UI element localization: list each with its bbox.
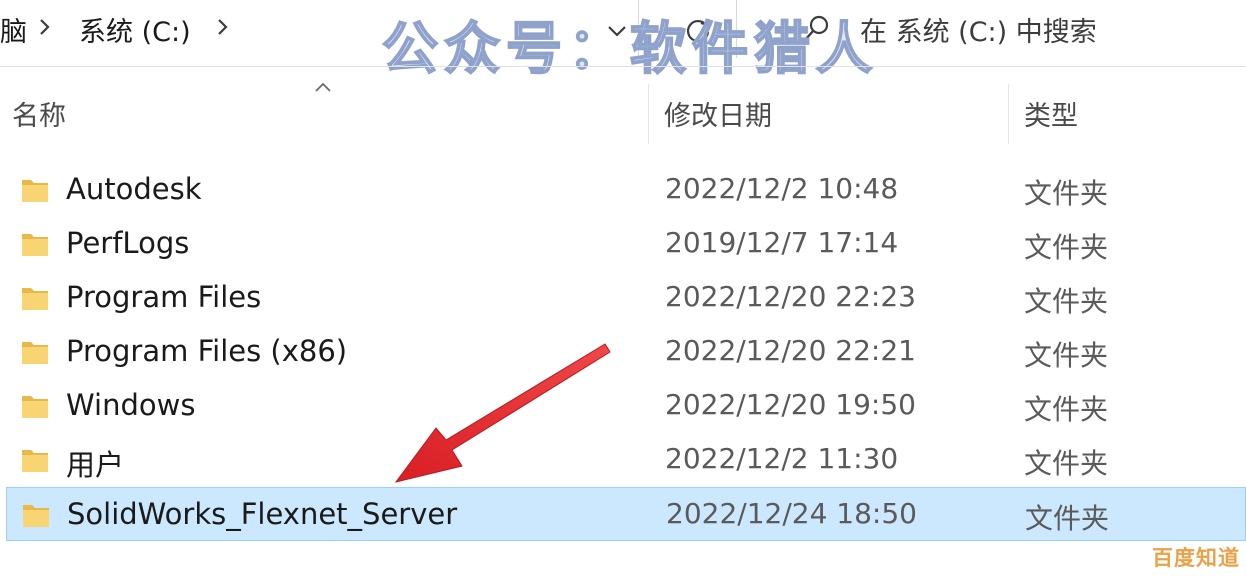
file-explorer-window: 脑 系统 (C:) 在 系统 (C:) 中搜索 公众号：软件猎人 名称 修改日期… xyxy=(0,0,1246,580)
breadcrumb-item-this-pc[interactable]: 脑 xyxy=(0,10,27,49)
list-item[interactable]: Program Files 2022/12/20 22:23 文件夹 xyxy=(6,271,1246,325)
file-name: Program Files xyxy=(66,280,262,314)
date-modified: 2022/12/24 18:50 xyxy=(666,497,917,530)
address-bar: 脑 系统 (C:) 在 系统 (C:) 中搜索 公众号：软件猎人 xyxy=(0,0,1246,83)
date-modified: 2022/12/20 22:23 xyxy=(665,280,916,313)
list-item[interactable]: Program Files (x86) 2022/12/20 22:21 文件夹 xyxy=(6,325,1246,379)
column-divider[interactable] xyxy=(648,84,649,144)
chevron-right-icon[interactable] xyxy=(34,12,56,42)
file-name: 用户 xyxy=(66,448,125,482)
file-type: 文件夹 xyxy=(1024,339,1109,372)
date-modified: 2022/12/20 22:21 xyxy=(665,334,916,367)
file-name: SolidWorks_Flexnet_Server xyxy=(67,497,458,531)
file-name: Program Files (x86) xyxy=(66,334,348,368)
folder-icon xyxy=(22,234,48,256)
folder-icon xyxy=(23,505,49,527)
folder-icon xyxy=(22,288,48,310)
list-item[interactable]: Autodesk 2022/12/2 10:48 文件夹 xyxy=(6,163,1246,217)
breadcrumb-item-system-c[interactable]: 系统 (C:) xyxy=(79,10,191,49)
file-name: Windows xyxy=(66,388,196,422)
folder-icon xyxy=(22,450,48,472)
column-header-date-modified[interactable]: 修改日期 xyxy=(664,94,772,133)
search-input[interactable]: 在 系统 (C:) 中搜索 xyxy=(860,10,1097,49)
date-modified: 2022/12/2 10:48 xyxy=(665,172,899,205)
chevron-right-icon[interactable] xyxy=(212,12,234,42)
file-type: 文件夹 xyxy=(1024,285,1109,318)
toolbar-divider xyxy=(0,66,1246,67)
date-modified: 2022/12/2 11:30 xyxy=(665,442,899,475)
file-type: 文件夹 xyxy=(1024,231,1109,264)
date-modified: 2019/12/7 17:14 xyxy=(665,226,899,259)
file-type: 文件夹 xyxy=(1024,447,1109,480)
column-header-name[interactable]: 名称 xyxy=(12,94,66,133)
file-type: 文件夹 xyxy=(1024,393,1109,426)
column-divider[interactable] xyxy=(1008,84,1009,144)
date-modified: 2022/12/20 19:50 xyxy=(665,388,916,421)
file-name: PerfLogs xyxy=(66,226,190,260)
folder-icon xyxy=(22,396,48,418)
list-item-selected[interactable]: SolidWorks_Flexnet_Server 2022/12/24 18:… xyxy=(6,487,1246,541)
file-name: Autodesk xyxy=(66,172,202,206)
column-header-type[interactable]: 类型 xyxy=(1024,94,1078,133)
folder-icon xyxy=(22,180,48,202)
corner-logo: 百度知道 xyxy=(1152,546,1240,570)
list-item[interactable]: PerfLogs 2019/12/7 17:14 文件夹 xyxy=(6,217,1246,271)
list-item[interactable]: Windows 2022/12/20 19:50 文件夹 xyxy=(6,379,1246,433)
file-type: 文件夹 xyxy=(1024,177,1109,210)
file-type: 文件夹 xyxy=(1025,502,1110,535)
sort-ascending-icon xyxy=(315,82,331,92)
watermark: 公众号：软件猎人 xyxy=(381,16,878,83)
folder-icon xyxy=(22,342,48,364)
list-item[interactable]: 用户 2022/12/2 11:30 文件夹 xyxy=(6,433,1246,487)
